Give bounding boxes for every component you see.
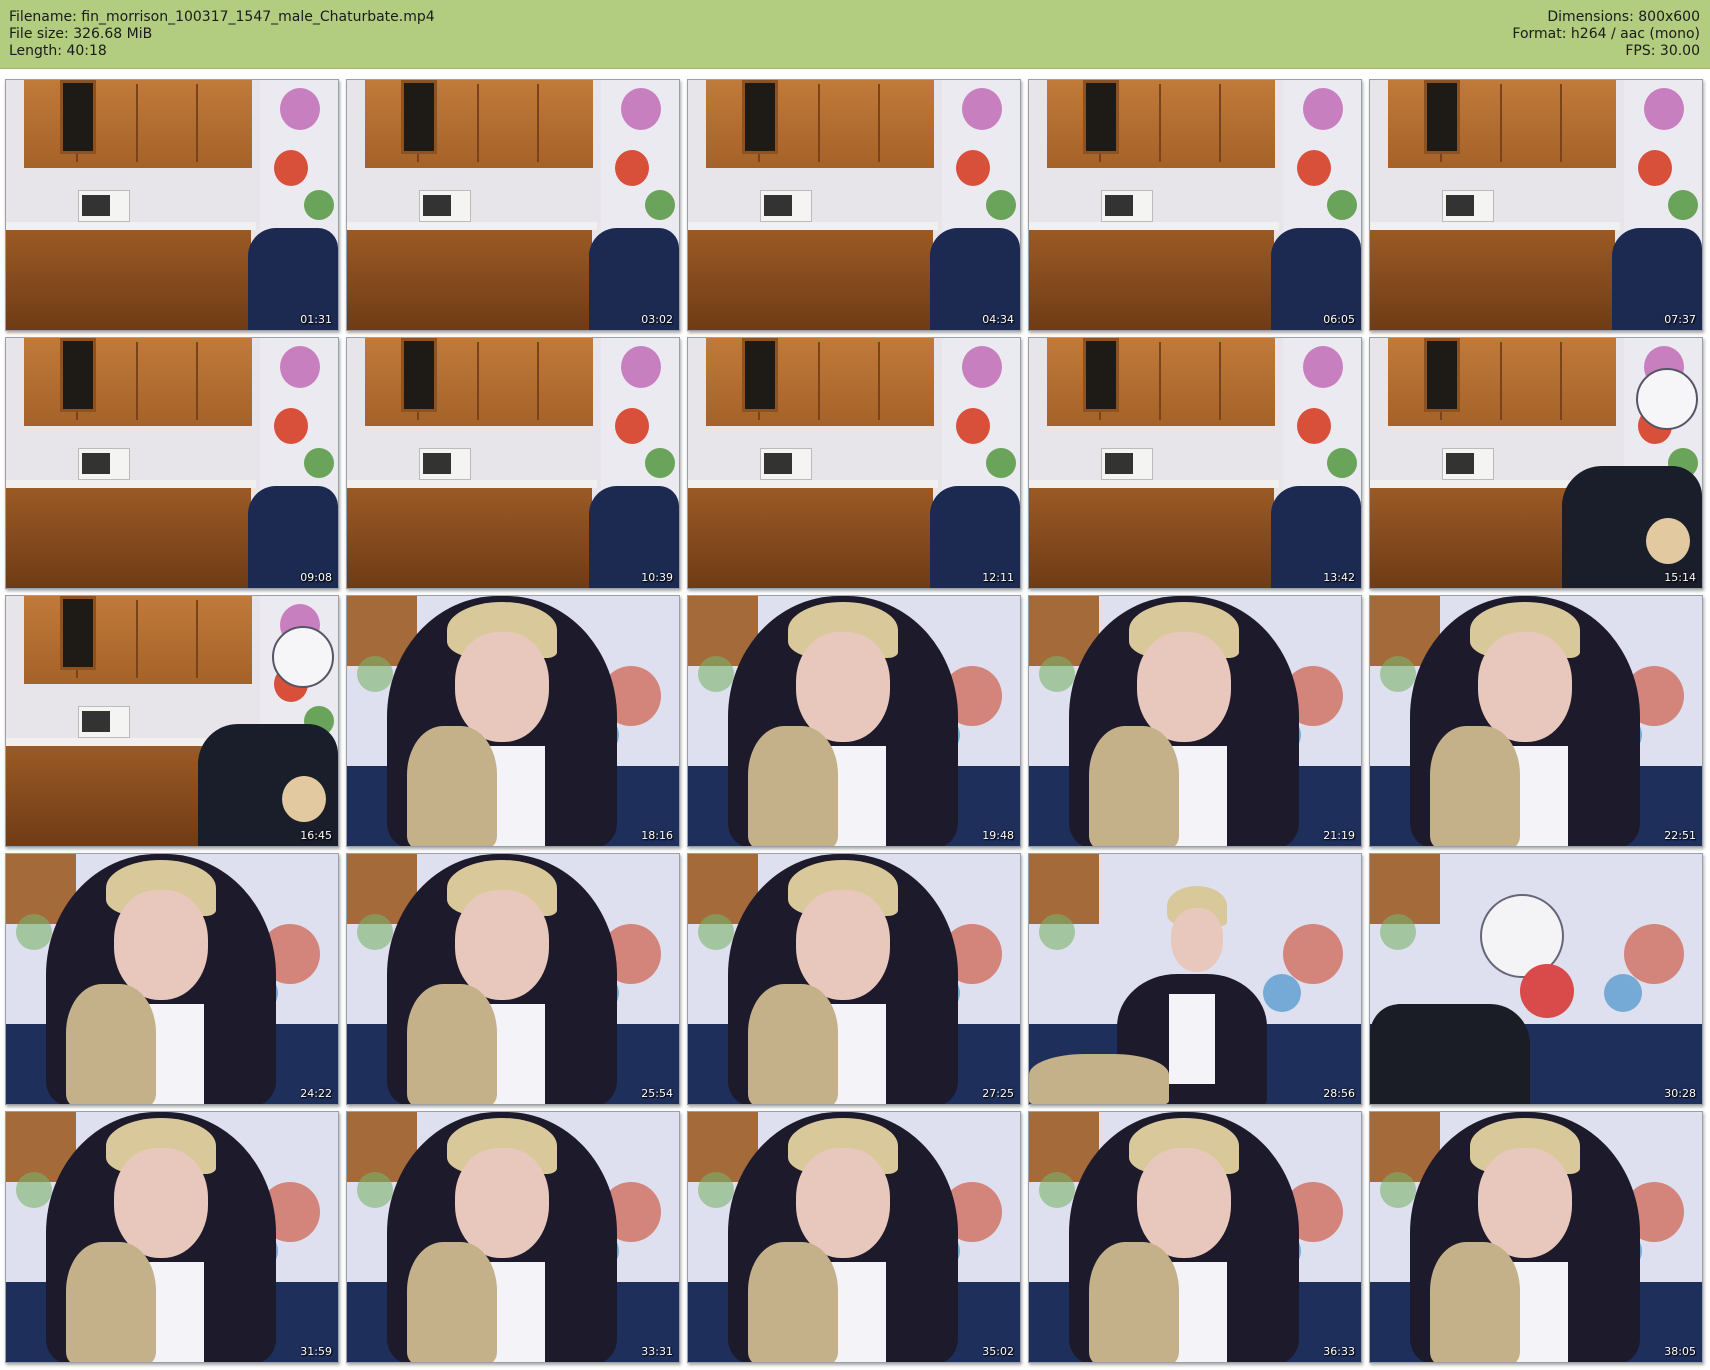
video-thumbnail: 07:37 [1369, 79, 1703, 331]
thumbnail-timestamp: 09:08 [300, 571, 332, 584]
thumbnail-timestamp: 16:45 [300, 829, 332, 842]
thumbnail-timestamp: 35:02 [982, 1345, 1014, 1358]
filename-text: Filename: fin_morrison_100317_1547_male_… [9, 9, 435, 25]
thumbnail-timestamp: 22:51 [1664, 829, 1696, 842]
thumbnail-frame-image [1370, 80, 1702, 330]
video-thumbnail: 19:48 [687, 595, 1021, 847]
thumbnail-frame-image [1370, 596, 1702, 846]
thumbnail-frame-image [6, 338, 338, 588]
info-header: Filename: fin_morrison_100317_1547_male_… [0, 0, 1710, 69]
thumbnail-frame-image [1029, 596, 1361, 846]
length-text: Length: 40:18 [9, 43, 107, 59]
thumbnail-timestamp: 01:31 [300, 313, 332, 326]
video-thumbnail: 38:05 [1369, 1111, 1703, 1363]
thumbnail-timestamp: 04:34 [982, 313, 1014, 326]
video-thumbnail: 09:08 [5, 337, 339, 589]
video-thumbnail: 33:31 [346, 1111, 680, 1363]
thumbnail-timestamp: 38:05 [1664, 1345, 1696, 1358]
format-text: Format: h264 / aac (mono) [1512, 26, 1700, 42]
thumbnail-timestamp: 15:14 [1664, 571, 1696, 584]
filesize-text: File size: 326.68 MiB [9, 26, 153, 42]
file-info-right: Dimensions: 800x600 Format: h264 / aac (… [1512, 9, 1700, 60]
video-thumbnail: 31:59 [5, 1111, 339, 1363]
thumbnail-timestamp: 27:25 [982, 1087, 1014, 1100]
thumbnail-frame-image [1370, 854, 1702, 1104]
video-thumbnail: 03:02 [346, 79, 680, 331]
video-thumbnail: 21:19 [1028, 595, 1362, 847]
thumbnail-timestamp: 07:37 [1664, 313, 1696, 326]
video-thumbnail: 28:56 [1028, 853, 1362, 1105]
thumbnail-frame-image [6, 854, 338, 1104]
video-thumbnail: 27:25 [687, 853, 1021, 1105]
thumbnail-frame-image [1029, 854, 1361, 1104]
video-thumbnail: 25:54 [346, 853, 680, 1105]
thumbnail-frame-image [6, 80, 338, 330]
thumbnail-timestamp: 25:54 [641, 1087, 673, 1100]
thumbnail-frame-image [688, 80, 1020, 330]
thumbnail-frame-image [347, 80, 679, 330]
thumbnail-frame-image [6, 596, 338, 846]
thumbnail-frame-image [1370, 1112, 1702, 1362]
video-thumbnail: 24:22 [5, 853, 339, 1105]
thumbnail-timestamp: 19:48 [982, 829, 1014, 842]
thumbnail-timestamp: 31:59 [300, 1345, 332, 1358]
video-thumbnail: 30:28 [1369, 853, 1703, 1105]
thumbnail-timestamp: 18:16 [641, 829, 673, 842]
thumbnail-frame-image [688, 338, 1020, 588]
video-thumbnail: 04:34 [687, 79, 1021, 331]
thumbnail-frame-image [347, 854, 679, 1104]
video-thumbnail: 13:42 [1028, 337, 1362, 589]
video-thumbnail: 12:11 [687, 337, 1021, 589]
video-thumbnail: 15:14 [1369, 337, 1703, 589]
thumbnail-timestamp: 03:02 [641, 313, 673, 326]
thumbnail-timestamp: 28:56 [1323, 1087, 1355, 1100]
thumbnail-frame-image [1029, 80, 1361, 330]
video-thumbnail: 35:02 [687, 1111, 1021, 1363]
video-thumbnail: 16:45 [5, 595, 339, 847]
thumbnail-frame-image [6, 1112, 338, 1362]
thumbnail-frame-image [347, 1112, 679, 1362]
thumbnail-frame-image [1029, 1112, 1361, 1362]
thumbnail-timestamp: 06:05 [1323, 313, 1355, 326]
thumbnail-timestamp: 13:42 [1323, 571, 1355, 584]
video-thumbnail: 01:31 [5, 79, 339, 331]
thumbnail-timestamp: 36:33 [1323, 1345, 1355, 1358]
thumbnail-frame-image [347, 338, 679, 588]
thumbnail-timestamp: 30:28 [1664, 1087, 1696, 1100]
thumbnail-frame-image [347, 596, 679, 846]
thumbnail-frame-image [1029, 338, 1361, 588]
thumbnail-timestamp: 33:31 [641, 1345, 673, 1358]
thumbnail-timestamp: 10:39 [641, 571, 673, 584]
video-thumbnail: 22:51 [1369, 595, 1703, 847]
video-thumbnail: 06:05 [1028, 79, 1362, 331]
thumbnail-timestamp: 24:22 [300, 1087, 332, 1100]
file-info-left: Filename: fin_morrison_100317_1547_male_… [9, 9, 435, 60]
dimensions-text: Dimensions: 800x600 [1547, 9, 1700, 25]
thumbnail-frame-image [688, 1112, 1020, 1362]
video-thumbnail: 10:39 [346, 337, 680, 589]
fps-text: FPS: 30.00 [1625, 43, 1700, 59]
thumbnail-timestamp: 21:19 [1323, 829, 1355, 842]
thumbnail-frame-image [688, 854, 1020, 1104]
thumbnail-timestamp: 12:11 [982, 571, 1014, 584]
thumbnail-frame-image [688, 596, 1020, 846]
thumbnail-frame-image [1370, 338, 1702, 588]
video-thumbnail: 36:33 [1028, 1111, 1362, 1363]
video-thumbnail: 18:16 [346, 595, 680, 847]
